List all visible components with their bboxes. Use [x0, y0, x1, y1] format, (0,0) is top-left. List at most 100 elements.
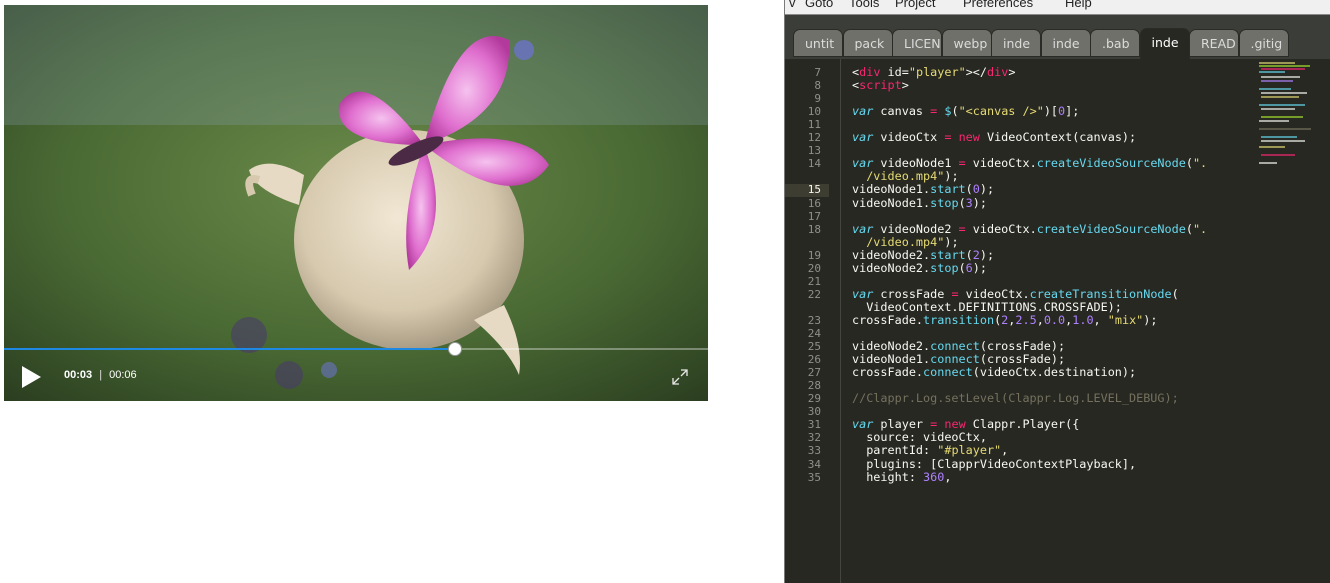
code-token: (	[965, 247, 973, 262]
line-number: 28	[807, 379, 821, 393]
code-token: 6	[965, 260, 973, 275]
code-token: 2	[972, 247, 980, 262]
code-token: =	[901, 65, 909, 79]
line-number: 7	[814, 66, 821, 79]
line-number: 30	[807, 405, 821, 419]
line-number: 10	[807, 105, 821, 119]
code-token: var	[852, 130, 874, 145]
code-token: videoNode1.	[852, 195, 931, 210]
code-token: 0	[972, 182, 980, 197]
menu-item[interactable]: Help	[1065, 0, 1092, 10]
code-token: );	[972, 260, 987, 275]
code-token: Clappr.Player({	[965, 417, 1080, 432]
code-line: videoNode1.start(0);	[852, 182, 994, 196]
code-token: videoNode1.	[852, 182, 931, 197]
play-button[interactable]	[22, 366, 41, 388]
seek-handle[interactable]	[447, 342, 462, 356]
code-line: <script>	[852, 78, 909, 92]
code-token: //Clappr.Log.setLevel(Clappr.Log.LEVEL_D…	[852, 391, 1179, 406]
code-token: new	[944, 417, 966, 432]
code-token: height:	[852, 469, 924, 484]
editor-tab[interactable]: READ	[1189, 29, 1239, 57]
editor-tab[interactable]: untit	[793, 29, 843, 57]
code-line: var videoNode1 = videoCtx.createVideoSou…	[852, 156, 1207, 170]
code-line: videoNode1.connect(crossFade);	[852, 352, 1065, 366]
video-player[interactable]: 00:03 | 00:06	[4, 5, 708, 401]
code-line: plugins: [ClapprVideoContextPlayback],	[852, 457, 1136, 471]
editor-tab[interactable]: LICEN	[892, 29, 942, 57]
code-line: height: 360,	[852, 470, 951, 484]
code-token: videoNode2.	[852, 247, 931, 262]
minimap[interactable]	[1255, 59, 1325, 179]
editor-tab[interactable]: inde	[1040, 29, 1091, 57]
fullscreen-icon	[672, 369, 688, 385]
line-number: 26	[807, 353, 821, 367]
code-token: ,	[1093, 312, 1108, 327]
code-line: VideoContext.DEFINITIONS.CROSSFADE);	[852, 300, 1122, 314]
code-token: videoNode1	[873, 156, 959, 171]
code-token: );	[972, 195, 987, 210]
code-token: ,	[944, 469, 952, 484]
code-line: var videoNode2 = videoCtx.createVideoSou…	[852, 222, 1207, 236]
editor-tab[interactable]: pack	[842, 29, 893, 57]
code-token: =	[958, 156, 966, 171]
code-view[interactable]: 7 8 9 10 11 12 13 14 15 16 17 18 19 20 21 22 23 24 25 26 27 2…	[785, 59, 1330, 583]
editor-tab[interactable]: inde	[1139, 28, 1190, 59]
code-token: /video.mp4"	[852, 169, 945, 184]
menu-item[interactable]: Tools	[849, 0, 879, 10]
code-token: transition	[923, 312, 995, 327]
line-number: 16	[807, 196, 821, 210]
line-number: 32	[807, 431, 821, 445]
line-number: 24	[807, 327, 821, 340]
menu-item[interactable]: v	[789, 0, 796, 10]
editor-tab[interactable]: .bab	[1090, 29, 1140, 57]
code-line: var canvas = $("<canvas />")[0];	[852, 104, 1079, 118]
code-line: videoNode1.stop(3);	[852, 196, 987, 210]
line-number: 33	[807, 444, 821, 458]
line-number: 31	[807, 418, 821, 432]
editor-tab[interactable]: .gitig	[1238, 29, 1289, 57]
menu-item[interactable]: Goto	[805, 0, 833, 10]
editor-tab[interactable]: webp	[941, 29, 992, 57]
code-line: videoNode2.stop(6);	[852, 261, 987, 275]
line-number: 29	[807, 392, 821, 406]
code-token: (videoCtx.destination);	[972, 365, 1137, 380]
line-number: 18	[807, 222, 821, 236]
code-token: "mix"	[1107, 312, 1144, 327]
code-token: (	[951, 104, 959, 119]
code-token: connect	[930, 339, 980, 354]
menu-item[interactable]: Project	[895, 0, 935, 10]
editor-tab[interactable]: inde	[991, 29, 1041, 57]
code-token: ];	[1065, 104, 1080, 119]
line-number: 9	[814, 92, 821, 106]
code-line: crossFade.transition(2,2.5,0.0,1.0, "mix…	[852, 313, 1158, 327]
code-line: /video.mp4");	[852, 235, 958, 249]
line-number: 22	[807, 287, 821, 301]
code-token: 2.5	[1015, 312, 1037, 327]
code-token: crossFade.	[852, 312, 924, 327]
fullscreen-button[interactable]	[670, 367, 690, 387]
line-number: 15	[807, 183, 821, 197]
code-token: createVideoSourceNode	[1036, 156, 1186, 171]
code-token: stop	[930, 260, 959, 275]
seek-bar[interactable]	[4, 342, 708, 356]
code-token: videoCtx.	[958, 286, 1030, 301]
code-token: 1.0	[1072, 312, 1094, 327]
code-token: ".	[1192, 156, 1208, 171]
line-number: 11	[807, 118, 821, 132]
code-token: player	[873, 417, 931, 432]
code-token: 3	[965, 195, 973, 210]
seek-progress	[4, 348, 455, 350]
menu-item[interactable]: Preferences	[963, 0, 1033, 10]
code-token: ></	[965, 65, 987, 79]
line-number: 27	[807, 366, 821, 380]
code-line: //Clappr.Log.setLevel(Clappr.Log.LEVEL_D…	[852, 391, 1179, 405]
code-token: )[	[1043, 104, 1059, 119]
code-token: createTransitionNode	[1029, 286, 1172, 301]
code-token: ,	[1036, 312, 1044, 327]
code-token: VideoContext.DEFINITIONS.CROSSFADE);	[852, 299, 1122, 314]
code-token: createVideoSourceNode	[1036, 221, 1186, 236]
duration: 00:06	[109, 369, 137, 381]
